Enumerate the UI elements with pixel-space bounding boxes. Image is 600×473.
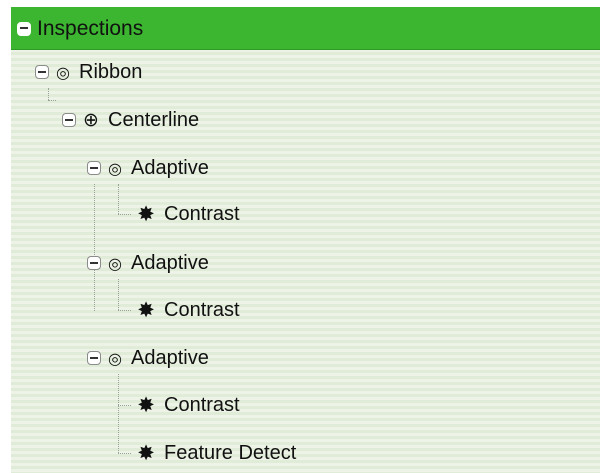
tree-guide-line [118, 453, 131, 454]
collapse-toggle-icon[interactable] [62, 113, 76, 127]
tree-guide-line [118, 310, 131, 311]
inspection-tree: Inspections ◎ Ribbon ⊕ Centerline ◎ Adap… [11, 7, 600, 473]
collapse-toggle-icon[interactable] [87, 256, 101, 270]
star-icon: ✸ [137, 298, 155, 322]
tree-node-adaptive[interactable]: ◎ Adaptive [87, 146, 209, 190]
collapse-toggle-icon[interactable] [17, 21, 31, 36]
tree-guide-line [118, 214, 131, 215]
tree-node-centerline[interactable]: ⊕ Centerline [62, 98, 199, 142]
tree-node-label: Contrast [164, 393, 240, 416]
tree-node-ribbon[interactable]: ◎ Ribbon [35, 50, 142, 94]
tree-node-label: Adaptive [131, 251, 209, 274]
star-icon: ✸ [137, 441, 155, 465]
tree-node-contrast[interactable]: ✸ Contrast [135, 383, 240, 427]
target-icon: ◎ [108, 158, 122, 178]
collapse-toggle-icon[interactable] [87, 161, 101, 175]
target-icon: ◎ [56, 62, 70, 82]
tree-root-label: Inspections [37, 16, 144, 40]
tree-node-feature-detect[interactable]: ✸ Feature Detect [135, 431, 296, 473]
tree-node-adaptive[interactable]: ◎ Adaptive [87, 336, 209, 380]
target-icon: ◎ [108, 253, 122, 273]
tree-node-label: Adaptive [131, 346, 209, 369]
tree-node-label: Contrast [164, 202, 240, 225]
crosshair-icon: ⊕ [83, 109, 99, 131]
tree-guide-line [118, 374, 119, 453]
tree-node-adaptive[interactable]: ◎ Adaptive [87, 241, 209, 285]
tree-node-label: Feature Detect [164, 441, 297, 464]
tree-node-label: Ribbon [79, 60, 143, 83]
tree-node-label: Centerline [108, 108, 200, 131]
tree-node-label: Contrast [164, 298, 240, 321]
collapse-toggle-icon[interactable] [87, 351, 101, 365]
tree-guide-line [48, 100, 56, 101]
tree-guide-line [118, 405, 131, 406]
tree-node-contrast[interactable]: ✸ Contrast [135, 288, 240, 332]
target-icon: ◎ [108, 348, 122, 368]
tree-node-contrast[interactable]: ✸ Contrast [135, 192, 240, 236]
tree-header-inspections[interactable]: Inspections [11, 7, 600, 50]
collapse-toggle-icon[interactable] [35, 65, 49, 79]
star-icon: ✸ [137, 202, 155, 226]
star-icon: ✸ [137, 393, 155, 417]
tree-node-label: Adaptive [131, 156, 209, 179]
